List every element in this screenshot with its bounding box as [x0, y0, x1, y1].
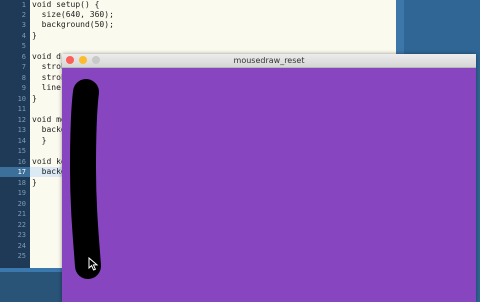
line-number: 19 — [17, 189, 26, 197]
code-line[interactable]: } — [32, 31, 37, 41]
line-number: 25 — [17, 252, 26, 260]
line-number: 23 — [17, 231, 26, 239]
code-line[interactable]: line — [32, 83, 61, 93]
line-number: 21 — [17, 210, 26, 218]
line-number: 2 — [21, 11, 26, 19]
sketch-canvas[interactable] — [62, 68, 476, 302]
line-number-gutter: 1 2 3 4 5 6 7 8 9 10 11 12 13 14 15 16 1… — [0, 0, 30, 268]
line-number: 11 — [17, 105, 26, 113]
drawn-stroke — [69, 79, 101, 279]
line-number: 8 — [21, 74, 26, 82]
code-line[interactable]: backg — [32, 167, 66, 177]
line-number: 18 — [17, 179, 26, 187]
window-titlebar[interactable]: mousedraw_reset — [62, 54, 476, 68]
code-line[interactable]: background(50); — [32, 20, 114, 30]
line-number: 13 — [17, 126, 26, 134]
line-number: 10 — [17, 95, 26, 103]
line-number: 16 — [17, 158, 26, 166]
code-line[interactable]: strok — [32, 73, 66, 83]
mouse-cursor-icon — [88, 257, 99, 271]
code-line[interactable]: size(640, 360); — [32, 10, 114, 20]
code-line[interactable]: } — [32, 136, 47, 146]
code-line[interactable]: void d — [32, 52, 61, 62]
code-line[interactable]: } — [32, 94, 37, 104]
code-line[interactable]: void ke — [32, 157, 66, 167]
code-line[interactable]: } — [32, 178, 37, 188]
code-line[interactable]: strok — [32, 62, 66, 72]
line-number: 22 — [17, 221, 26, 229]
current-line-number: 17 — [17, 168, 26, 176]
sketch-window: mousedraw_reset — [62, 54, 476, 302]
line-number: 6 — [21, 53, 26, 61]
line-number: 7 — [21, 63, 26, 71]
code-line[interactable]: void mo — [32, 115, 66, 125]
line-number: 3 — [21, 21, 26, 29]
window-title: mousedraw_reset — [233, 56, 305, 65]
line-number: 4 — [21, 32, 26, 40]
line-number: 9 — [21, 84, 26, 92]
line-number: 5 — [21, 42, 26, 50]
line-number: 24 — [17, 242, 26, 250]
code-line[interactable]: backg — [32, 125, 66, 135]
drawing-layer — [69, 79, 101, 279]
line-number: 20 — [17, 200, 26, 208]
code-line[interactable]: void setup() { — [32, 0, 99, 10]
line-number: 12 — [17, 116, 26, 124]
line-number: 1 — [21, 1, 26, 9]
line-number: 15 — [17, 147, 26, 155]
line-number: 14 — [17, 137, 26, 145]
